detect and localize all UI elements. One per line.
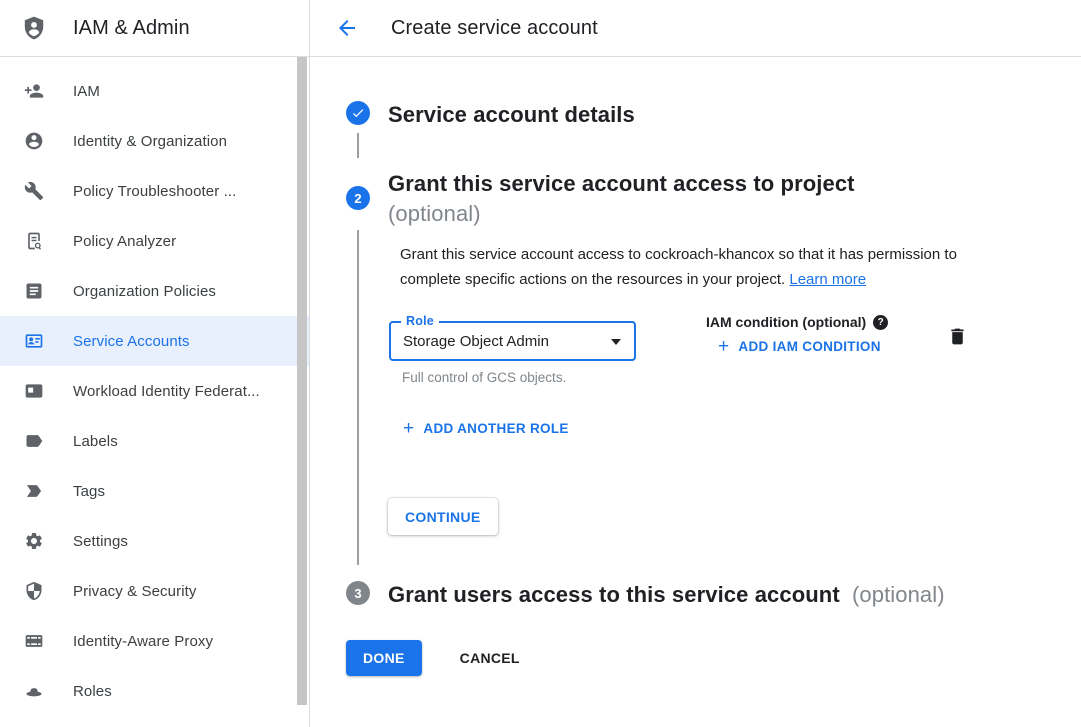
iam-admin-console: IAM & Admin Create service account IAM I… <box>0 0 1081 727</box>
sidebar-item-label: Policy Troubleshooter ... <box>73 183 236 200</box>
step3-number-badge: 3 <box>346 581 370 605</box>
product-title: IAM & Admin <box>73 17 190 40</box>
proxy-icon <box>24 631 44 651</box>
description-text: Grant this service account access to coc… <box>400 246 957 288</box>
sidebar-item-identity-organization[interactable]: Identity & Organization <box>0 116 309 166</box>
step2-heading: Grant this service account access to pro… <box>388 169 855 229</box>
step-connector <box>357 230 359 565</box>
add-iam-condition-button[interactable]: + ADD IAM CONDITION <box>718 339 881 354</box>
main-content: Service account details 2 Grant this ser… <box>311 57 1081 727</box>
continue-button[interactable]: CONTINUE <box>388 498 498 535</box>
sidebar-item-policy-troubleshooter[interactable]: Policy Troubleshooter ... <box>0 166 309 216</box>
delete-role-button[interactable] <box>947 326 971 350</box>
gear-icon <box>24 531 44 551</box>
sidebar-item-roles[interactable]: Roles <box>0 666 309 716</box>
account-circle-icon <box>24 131 44 151</box>
sidebar-item-organization-policies[interactable]: Organization Policies <box>0 266 309 316</box>
learn-more-link[interactable]: Learn more <box>789 271 866 288</box>
done-button[interactable]: DONE <box>346 640 422 676</box>
top-bar: IAM & Admin Create service account <box>0 0 1081 57</box>
sidebar-item-identity-aware-proxy[interactable]: Identity-Aware Proxy <box>0 616 309 666</box>
role-select[interactable]: Role Storage Object Admin <box>389 321 636 361</box>
sidebar-item-label: Roles <box>73 683 112 700</box>
card-icon <box>24 381 44 401</box>
add-another-role-button[interactable]: + ADD ANOTHER ROLE <box>403 421 569 436</box>
sidebar-item-iam[interactable]: IAM <box>0 66 309 116</box>
step2-description: Grant this service account access to coc… <box>400 242 982 292</box>
sidebar-item-policy-analyzer[interactable]: Policy Analyzer <box>0 216 309 266</box>
sidebar-item-settings[interactable]: Settings <box>0 516 309 566</box>
sidebar-item-workload-identity-federation[interactable]: Workload Identity Federat... <box>0 366 309 416</box>
step1-title: Service account details <box>388 102 635 128</box>
sidebar-item-label: Identity & Organization <box>73 133 227 150</box>
article-icon <box>24 281 44 301</box>
iam-condition-label: IAM condition (optional) <box>706 314 866 330</box>
sidebar-item-label: Labels <box>73 433 118 450</box>
shield-half-icon <box>24 581 44 601</box>
sidebar-item-service-accounts[interactable]: Service Accounts <box>0 316 309 366</box>
sidebar-item-label: Service Accounts <box>73 333 190 350</box>
wrench-icon <box>24 181 44 201</box>
sidebar-item-label: Workload Identity Federat... <box>73 383 260 400</box>
sidebar-item-label: Settings <box>73 533 128 550</box>
sidebar-nav: IAM Identity & Organization Policy Troub… <box>0 57 310 727</box>
back-arrow-button[interactable] <box>335 16 359 40</box>
role-field-label: Role <box>401 314 439 328</box>
step-connector <box>357 133 359 158</box>
add-another-role-label: ADD ANOTHER ROLE <box>423 421 568 436</box>
trash-icon <box>947 326 968 350</box>
check-icon <box>351 106 365 120</box>
step1-complete-badge <box>346 101 370 125</box>
sidebar-scrollbar[interactable] <box>297 57 307 705</box>
step3-optional-label: (optional) <box>852 582 945 607</box>
step2-title: Grant this service account access to pro… <box>388 169 855 199</box>
step3-number: 3 <box>354 586 361 601</box>
sidebar-item-privacy-security[interactable]: Privacy & Security <box>0 566 309 616</box>
dropdown-caret-icon <box>611 339 621 345</box>
sidebar-item-labels[interactable]: Labels <box>0 416 309 466</box>
sidebar-item-tags[interactable]: Tags <box>0 466 309 516</box>
page-title: Create service account <box>391 17 598 40</box>
step2-number-badge: 2 <box>346 186 370 210</box>
sidebar-item-label: Policy Analyzer <box>73 233 176 250</box>
policy-analyzer-icon <box>24 231 44 251</box>
role-selected-value: Storage Object Admin <box>403 333 549 350</box>
product-brand: IAM & Admin <box>0 0 310 56</box>
plus-icon: + <box>718 340 729 354</box>
tag-icon <box>24 481 44 501</box>
add-iam-condition-label: ADD IAM CONDITION <box>738 339 880 354</box>
cancel-button[interactable]: CANCEL <box>452 650 528 666</box>
sidebar-item-label: Tags <box>73 483 105 500</box>
step2-number: 2 <box>354 191 361 206</box>
help-icon[interactable]: ? <box>873 315 888 330</box>
iam-shield-icon <box>21 15 47 41</box>
sidebar-item-label: Organization Policies <box>73 283 216 300</box>
step3-title: Grant users access to this service accou… <box>388 582 840 607</box>
sidebar-item-label: Identity-Aware Proxy <box>73 633 213 650</box>
iam-condition-block: IAM condition (optional) ? + ADD IAM CON… <box>706 314 888 357</box>
hat-icon <box>24 681 44 701</box>
page-header: Create service account <box>310 0 1081 56</box>
sidebar-item-label: Privacy & Security <box>73 583 197 600</box>
plus-icon: + <box>403 422 414 436</box>
footer-actions: DONE CANCEL <box>346 640 528 676</box>
label-icon <box>24 431 44 451</box>
step2-optional-label: (optional) <box>388 199 855 229</box>
step3-heading: Grant users access to this service accou… <box>388 582 945 608</box>
person-add-icon <box>24 81 44 101</box>
role-helper-text: Full control of GCS objects. <box>402 370 566 385</box>
sidebar-item-label: IAM <box>73 83 100 100</box>
service-account-icon <box>24 331 44 351</box>
